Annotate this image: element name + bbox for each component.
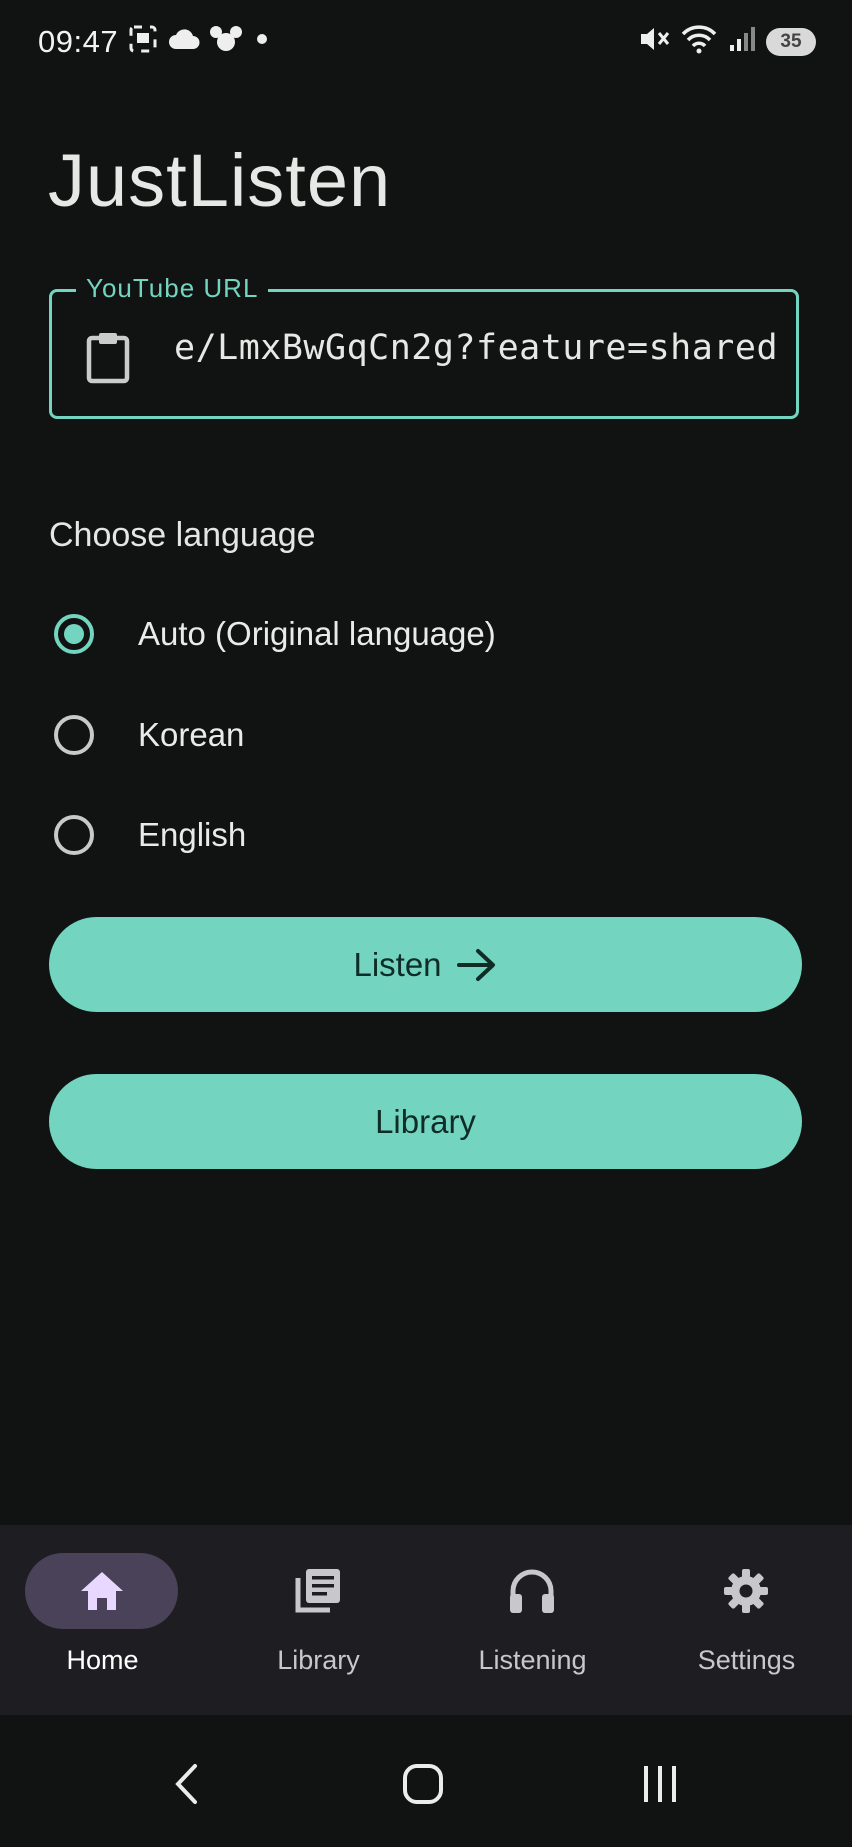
home-icon xyxy=(80,1572,123,1610)
nav-label-listening: Listening xyxy=(478,1645,587,1675)
youtube-url-input[interactable]: e/LmxBwGqCn2g?feature=shared xyxy=(174,328,786,368)
nav-item-home[interactable]: Home xyxy=(0,1525,213,1715)
status-left-icons xyxy=(128,24,272,59)
nav-label-library: Library xyxy=(277,1645,360,1675)
bottom-navigation: Home Library Listening Settings xyxy=(0,1525,852,1715)
screenshot-icon xyxy=(128,24,158,59)
language-option-english[interactable]: English xyxy=(54,810,246,860)
language-option-auto[interactable]: Auto (Original language) xyxy=(54,609,496,659)
nav-pill xyxy=(241,1553,394,1629)
wifi-icon xyxy=(680,24,718,59)
language-option-label: Auto (Original language) xyxy=(138,615,496,652)
radio-button-selected[interactable] xyxy=(54,614,94,654)
nav-item-library[interactable]: Library xyxy=(216,1525,429,1715)
home-circle-icon xyxy=(403,1764,443,1804)
back-icon xyxy=(175,1764,197,1804)
listen-button-label: Listen xyxy=(353,945,442,983)
clipboard-icon[interactable] xyxy=(84,330,132,389)
language-option-korean[interactable]: Korean xyxy=(54,710,244,760)
listen-button[interactable]: Listen xyxy=(49,917,802,1012)
screen: 09:47 35 JustListen YouTube URL e/LmxBwG… xyxy=(0,0,852,1847)
radio-button[interactable] xyxy=(54,715,94,755)
library-button[interactable]: Library xyxy=(49,1074,802,1169)
mute-icon xyxy=(638,24,670,59)
nav-item-listening[interactable]: Listening xyxy=(430,1525,643,1715)
nav-pill xyxy=(455,1553,608,1629)
library-button-label: Library xyxy=(375,1102,476,1140)
status-right-icons: 35 xyxy=(638,24,816,59)
headphones-icon xyxy=(509,1569,554,1613)
youtube-url-field[interactable]: YouTube URL e/LmxBwGqCn2g?feature=shared xyxy=(49,273,799,419)
back-button[interactable] xyxy=(146,1757,226,1811)
radio-button[interactable] xyxy=(54,815,94,855)
mouse-ears-icon xyxy=(210,25,242,58)
cloud-icon xyxy=(168,27,200,56)
status-bar: 09:47 35 xyxy=(0,0,852,90)
arrow-right-icon xyxy=(456,948,495,981)
choose-language-label: Choose language xyxy=(49,516,316,554)
nav-item-settings[interactable]: Settings xyxy=(644,1525,852,1715)
recents-icon xyxy=(644,1766,676,1802)
nav-label-home: Home xyxy=(66,1645,139,1675)
status-time: 09:47 xyxy=(38,24,119,59)
system-navigation-bar xyxy=(0,1715,852,1847)
youtube-url-label: YouTube URL xyxy=(76,273,269,304)
dot-icon xyxy=(252,29,272,54)
recents-button[interactable] xyxy=(620,1757,700,1811)
language-option-label: Korean xyxy=(138,716,245,753)
nav-active-indicator xyxy=(25,1553,178,1629)
home-system-button[interactable] xyxy=(383,1757,463,1811)
language-option-label: English xyxy=(138,816,247,853)
library-icon xyxy=(295,1569,340,1613)
nav-pill xyxy=(669,1553,822,1629)
app-title: JustListen xyxy=(48,139,392,222)
gear-icon xyxy=(723,1569,768,1613)
signal-icon xyxy=(728,25,756,58)
nav-label-settings: Settings xyxy=(697,1645,796,1675)
battery-indicator: 35 xyxy=(766,27,816,56)
